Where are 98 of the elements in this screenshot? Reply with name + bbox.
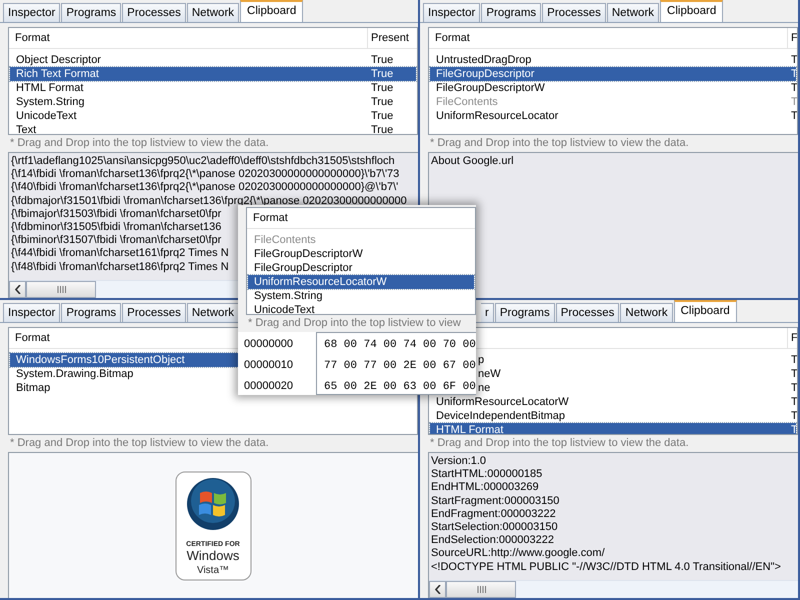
badge-text: Vista™ bbox=[196, 565, 229, 576]
hint-text: * Drag and Drop into the top listview to view the data. bbox=[9, 436, 270, 451]
tab[interactable]: Programs bbox=[61, 303, 122, 322]
data-line: {\fdbmajor\f31501\fbidi \froman\fcharset136\fprq2{\*\panose 02020300000000000 bbox=[11, 194, 407, 208]
list-cell-text: neW bbox=[478, 367, 502, 381]
data-line: {\f40\fbidi \froman\fcharset136\fprq2{\*\panose 02020300000000000000}@\'b7\' bbox=[11, 181, 398, 195]
list-cell-text: ne bbox=[478, 381, 492, 395]
column-header: F bbox=[787, 328, 797, 348]
tab[interactable]: Network bbox=[606, 3, 660, 22]
list-row[interactable]: FileGroupDescriptorW bbox=[248, 247, 474, 261]
column-header: Format bbox=[14, 331, 50, 346]
data-line: {\f14\fbidi \froman\fcharset136\fprq2{\*\panose 02020300000000000000}\'b7\'73 bbox=[11, 168, 400, 182]
list-cell-text: Rich Text Format bbox=[15, 67, 100, 81]
list-cell-text: True bbox=[370, 95, 394, 109]
data-line: StartSelection:000003150 bbox=[431, 521, 558, 534]
hint-text: * Drag and Drop into the top listview to view the data. bbox=[429, 436, 690, 451]
list-cell-text: True bbox=[370, 81, 394, 95]
scrollbar-thumb[interactable] bbox=[26, 281, 96, 298]
data-line: EndFragment:000003222 bbox=[431, 508, 556, 522]
list-cell-text: True bbox=[370, 123, 394, 134]
data-line: EndHTML:000003269 bbox=[431, 481, 539, 495]
tab[interactable]: Inspector bbox=[423, 3, 480, 22]
list-cell-text: System.String bbox=[15, 95, 86, 109]
tab[interactable]: Clipboard bbox=[674, 300, 737, 322]
list-cell-text: Object Descriptor bbox=[15, 53, 102, 67]
column-header: Format bbox=[434, 31, 471, 46]
list-row[interactable]: UniformResourceLocatorW bbox=[248, 275, 474, 289]
tab[interactable]: Network bbox=[186, 303, 240, 322]
hex-offset: 00000020 bbox=[244, 379, 293, 394]
list-cell-text: FileContents bbox=[435, 95, 499, 109]
windows-flag-icon bbox=[186, 478, 238, 530]
tab[interactable]: Inspector bbox=[3, 303, 60, 322]
list-cell-text: HTML Format bbox=[15, 81, 84, 95]
list-cell-text: True bbox=[370, 109, 394, 123]
grip-icon bbox=[476, 586, 486, 593]
list-cell-text: DeviceIndependentBitmap bbox=[435, 409, 566, 423]
grip-icon bbox=[56, 286, 66, 293]
hex-bytes: 68 00 74 00 74 00 70 00 bbox=[324, 338, 476, 353]
data-line: Version:1.0 bbox=[431, 455, 486, 468]
tab[interactable]: r bbox=[481, 303, 494, 322]
tab[interactable]: Network bbox=[186, 3, 240, 22]
list-cell-text: UniformResourceLocatorW bbox=[435, 395, 570, 409]
hint-text: * Drag and Drop into the top listview to view bbox=[247, 316, 462, 331]
data-line: <!DOCTYPE HTML PUBLIC "-//W3C//DTD HTML 4.0 Transitional//EN"> bbox=[431, 560, 781, 574]
scroll-left-button[interactable] bbox=[429, 581, 446, 598]
tab[interactable]: Clipboard bbox=[240, 0, 304, 22]
list-row[interactable]: Rich Text Format True bbox=[10, 67, 416, 81]
list-row[interactable]: Object Descriptor True bbox=[10, 53, 416, 67]
list-row[interactable]: System.String bbox=[248, 289, 474, 303]
column-header: Format bbox=[14, 31, 51, 46]
column-header: F bbox=[787, 28, 797, 48]
data-line: {\fbiminor\f31507\fbidi \froman\fcharset0\fpr bbox=[11, 234, 222, 248]
data-line: SourceURL:http://www.google.com/ bbox=[431, 547, 605, 561]
tab[interactable]: Inspector bbox=[3, 3, 60, 22]
list-row[interactable]: Text True bbox=[10, 123, 416, 134]
data-line: StartFragment:000003150 bbox=[431, 494, 560, 508]
data-line: {\rtf1\adeflang1025\ansi\ansicpg950\uc2\adeff0\deff0\stshfdbch31505\stshfloch bbox=[11, 155, 395, 168]
list-cell-text: FileGroupDescriptorW bbox=[435, 81, 546, 95]
list-row[interactable]: UnicodeText True bbox=[10, 109, 416, 123]
list-row[interactable]: System.String True bbox=[10, 95, 416, 109]
tab[interactable]: Clipboard bbox=[660, 0, 724, 22]
list-cell-text: UniformResourceLocator bbox=[435, 109, 560, 123]
tab[interactable]: Programs bbox=[61, 3, 122, 22]
list-cell-text: Text bbox=[15, 123, 38, 134]
column-header: Format bbox=[252, 211, 289, 226]
list-cell-text: True bbox=[370, 67, 394, 81]
data-line: EndSelection:000003222 bbox=[431, 534, 554, 548]
column-header: Present bbox=[367, 28, 409, 48]
data-line: {\fbimajor\f31503\fbidi \froman\fcharset0\fpr bbox=[11, 208, 222, 222]
hint-text: * Drag and Drop into the top listview to view the data. bbox=[9, 136, 270, 151]
data-line: {\f44\fbidi \froman\fcharset161\fprq2 Times N bbox=[11, 247, 229, 261]
horizontal-scrollbar[interactable] bbox=[429, 580, 798, 598]
tab[interactable]: Programs bbox=[494, 303, 555, 322]
list-cell-text: UntrustedDragDrop bbox=[435, 53, 532, 67]
data-line: {\fdbminor\f31505\fbidi \froman\fcharset136 bbox=[11, 221, 222, 234]
list-row[interactable]: FileGroupDescriptor bbox=[248, 261, 474, 275]
tab[interactable]: Processes bbox=[542, 3, 606, 22]
list-row[interactable]: UnicodeText bbox=[248, 303, 474, 314]
data-line: {\f48\fbidi \froman\fcharset186\fprq2 Times N bbox=[11, 260, 229, 274]
list-row[interactable]: HTML Format True bbox=[10, 81, 416, 95]
data-line: About Google.url bbox=[431, 155, 514, 168]
hint-text: * Drag and Drop into the top listview to view the data. bbox=[429, 136, 690, 151]
hex-offset: 00000000 bbox=[244, 337, 293, 352]
tab[interactable]: Processes bbox=[122, 3, 186, 22]
tab[interactable]: Processes bbox=[556, 303, 620, 322]
list-cell-text: HTML Format bbox=[435, 423, 504, 434]
tab[interactable]: Processes bbox=[122, 303, 186, 322]
list-cell-text: True bbox=[370, 53, 394, 67]
list-cell-text: UnicodeText bbox=[15, 109, 78, 123]
hex-bytes: 65 00 2E 00 63 00 6F 00 bbox=[324, 380, 476, 395]
scrollbar-thumb[interactable] bbox=[446, 581, 516, 598]
list-cell-text: FileGroupDescriptor bbox=[435, 67, 536, 81]
badge-text: Windows bbox=[186, 548, 239, 563]
list-cell-text: p bbox=[478, 353, 486, 367]
data-line: StartHTML:000000185 bbox=[431, 468, 542, 482]
tab[interactable]: Network bbox=[620, 303, 673, 322]
scroll-left-button[interactable] bbox=[9, 281, 26, 298]
tab[interactable]: Programs bbox=[481, 3, 542, 22]
